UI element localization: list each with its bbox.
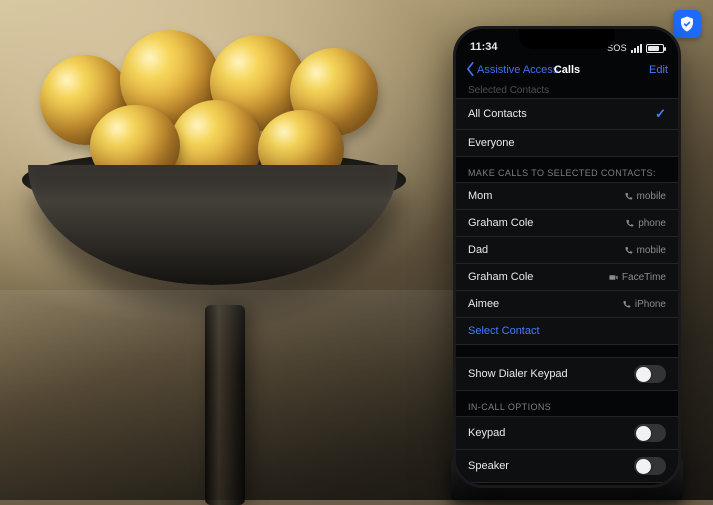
navbar: Assistive Access Calls Edit (456, 55, 678, 85)
cell-label: Select Contact (468, 325, 540, 337)
chevron-left-icon (466, 62, 475, 79)
switch-toggle[interactable] (634, 457, 666, 475)
cell-label: Speaker (468, 460, 509, 472)
phone-icon (625, 219, 634, 228)
contact-row[interactable]: Mom mobile (456, 182, 678, 209)
notch (519, 29, 615, 49)
contact-row[interactable]: Graham Cole phone (456, 209, 678, 236)
shield-check-icon (678, 15, 696, 33)
switch-toggle[interactable] (634, 424, 666, 442)
option-everyone[interactable]: Everyone (456, 129, 678, 157)
facetime-icon (609, 273, 618, 282)
contact-type: phone (638, 218, 666, 229)
back-label: Assistive Access (477, 64, 558, 76)
contact-row[interactable]: Dad mobile (456, 236, 678, 263)
cell-label: All Contacts (468, 108, 527, 120)
contact-type: FaceTime (622, 272, 666, 283)
incall-speaker-row[interactable]: Speaker (456, 449, 678, 483)
contact-name: Graham Cole (468, 217, 533, 229)
phone-icon (624, 246, 633, 255)
contact-type: mobile (637, 191, 666, 202)
status-time: 11:34 (470, 41, 498, 53)
battery-icon (646, 44, 664, 53)
back-button[interactable]: Assistive Access (466, 62, 558, 79)
cell-label: Show Dialer Keypad (468, 368, 568, 380)
incall-keypad-row[interactable]: Keypad (456, 416, 678, 449)
show-dialer-keypad-row[interactable]: Show Dialer Keypad (456, 357, 678, 391)
contact-name: Mom (468, 190, 492, 202)
truncated-prior-row: Selected Contacts (456, 85, 678, 98)
cell-label: Everyone (468, 137, 514, 149)
phone-icon (622, 300, 631, 309)
dialer-options-list: Show Dialer Keypad (456, 357, 678, 391)
who-can-call-list: All Contacts ✓ Everyone (456, 98, 678, 157)
selected-contacts-list: Mom mobile Graham Cole phone Dad mobile … (456, 182, 678, 345)
switch-toggle[interactable] (634, 365, 666, 383)
option-all-contacts[interactable]: All Contacts ✓ (456, 98, 678, 129)
edit-button[interactable]: Edit (649, 64, 668, 76)
cell-label: Keypad (468, 427, 505, 439)
glass-table-reflection (0, 290, 480, 500)
select-contact-button[interactable]: Select Contact (456, 317, 678, 345)
incall-options-list: Keypad Speaker (456, 416, 678, 483)
contact-row[interactable]: Aimee iPhone (456, 290, 678, 317)
contact-name: Graham Cole (468, 271, 533, 283)
contact-type: iPhone (635, 299, 666, 310)
contact-type: mobile (637, 245, 666, 256)
contact-name: Aimee (468, 298, 499, 310)
page-title: Calls (554, 64, 580, 76)
contact-row[interactable]: Graham Cole FaceTime (456, 263, 678, 290)
checkmark-icon: ✓ (655, 106, 666, 122)
section-header-incall: IN-CALL OPTIONS (456, 391, 678, 416)
screen: 11:34 SOS Assistive Access Calls Edit Se… (456, 29, 678, 485)
contact-name: Dad (468, 244, 488, 256)
iphone-device: 11:34 SOS Assistive Access Calls Edit Se… (453, 26, 681, 488)
wifi-icon (631, 44, 642, 53)
phone-icon (624, 192, 633, 201)
section-header-make-calls: MAKE CALLS TO SELECTED CONTACTS: (456, 157, 678, 182)
